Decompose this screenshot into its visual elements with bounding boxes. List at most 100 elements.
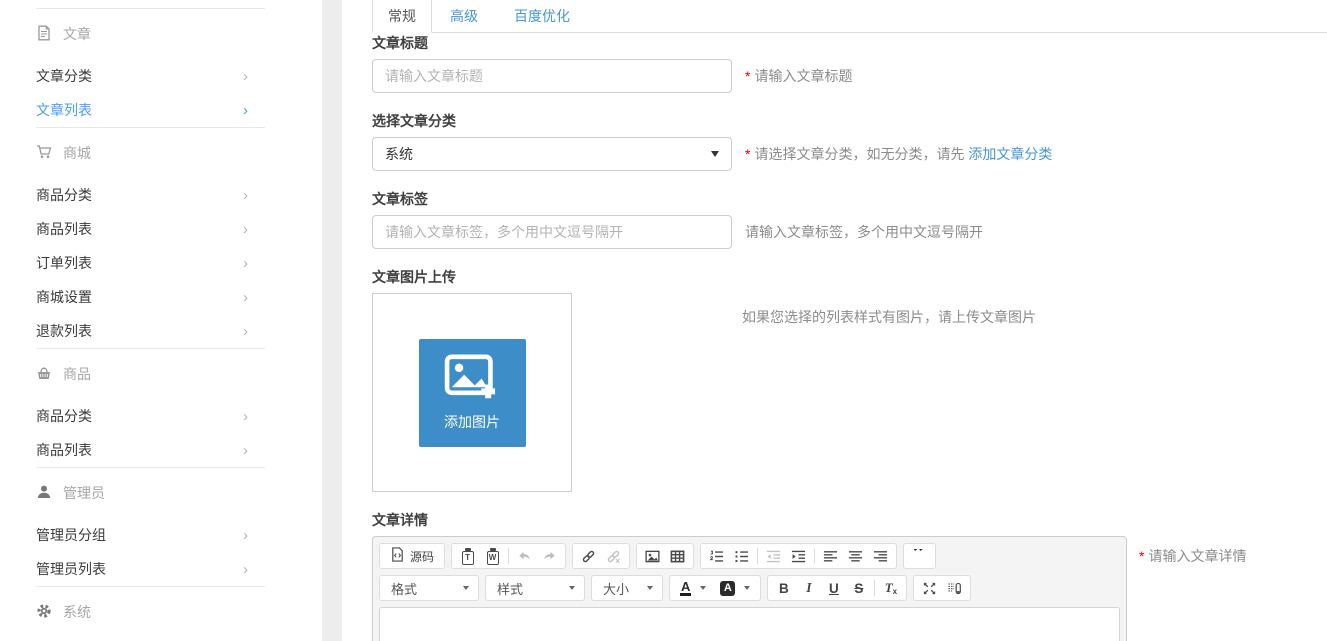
editor-content-area[interactable] (379, 607, 1120, 641)
align-left-icon (823, 549, 838, 564)
category-select[interactable]: 系统 (372, 137, 732, 171)
image-icon (645, 549, 660, 564)
article-title-row: 文章标题 *请输入文章标题 (372, 33, 1327, 93)
outdent-icon (766, 549, 781, 564)
article-detail-row: 文章详情 源码 T W (372, 510, 1327, 641)
chevron-right-icon: › (243, 256, 248, 271)
sidebar-item-label: 商城设置 (36, 287, 92, 307)
image-upload-box[interactable]: 添加图片 (372, 293, 572, 492)
sidebar-section-label: 管理员 (63, 483, 105, 503)
sidebar-item-mall-settings[interactable]: 商城设置 › (36, 280, 265, 314)
sidebar-section-label: 商品 (63, 364, 91, 384)
show-blocks-button[interactable] (942, 577, 967, 599)
article-detail-hint: *请输入文章详情 (1139, 536, 1246, 566)
paste-text-button[interactable]: T (455, 545, 480, 567)
chevron-down-icon (744, 586, 750, 590)
sidebar-item-basic-info[interactable]: 基本信息 › (36, 637, 265, 641)
sidebar-section-article: 文章 (36, 9, 265, 59)
required-asterisk: * (745, 146, 750, 162)
tab-advanced[interactable]: 高级 (432, 0, 496, 33)
undo-button[interactable] (512, 545, 537, 567)
sidebar-section-label: 商城 (63, 143, 91, 163)
editor-toolbar-row-1: 源码 T W (379, 543, 1120, 569)
text-color-button[interactable]: A (673, 577, 713, 599)
sidebar-item-refund-list[interactable]: 退款列表 › (36, 314, 265, 348)
align-left-button[interactable] (818, 545, 843, 567)
article-tags-hint: 请输入文章标签，多个用中文逗号隔开 (745, 222, 983, 242)
remove-format-button[interactable]: Tx (878, 577, 903, 599)
numbered-list-button[interactable] (704, 545, 729, 567)
sidebar-item-order-list[interactable]: 订单列表 › (36, 246, 265, 280)
link-button[interactable] (576, 545, 601, 567)
italic-button[interactable]: I (796, 577, 821, 599)
bg-color-button[interactable]: A (713, 577, 757, 599)
show-blocks-icon (947, 581, 962, 596)
outdent-button[interactable] (761, 545, 786, 567)
insert-table-button[interactable] (665, 545, 690, 567)
sidebar-item-admin-groups[interactable]: 管理员分组 › (36, 518, 265, 552)
indent-button[interactable] (786, 545, 811, 567)
sidebar-section-system: 系统 (36, 587, 265, 637)
article-title-input[interactable] (372, 59, 732, 93)
align-center-button[interactable] (843, 545, 868, 567)
chevron-down-icon (647, 586, 653, 590)
article-detail-label: 文章详情 (372, 510, 1327, 530)
sidebar-item-article-categories[interactable]: 文章分类 › (36, 59, 265, 93)
tabbar: 常规 高级 百度优化 (372, 0, 1327, 33)
sidebar-item-product-list[interactable]: 商品列表 › (36, 212, 265, 246)
sidebar-item-label: 管理员分组 (36, 525, 106, 545)
sidebar-item-label: 商品分类 (36, 185, 92, 205)
styles-dropdown[interactable]: 样式 (485, 575, 585, 601)
paste-word-button[interactable]: W (480, 545, 505, 567)
sidebar-item-label: 商品列表 (36, 440, 92, 460)
sidebar-item-admin-list[interactable]: 管理员列表 › (36, 552, 265, 586)
article-category-label: 选择文章分类 (372, 111, 1327, 131)
chevron-right-icon: › (243, 69, 248, 84)
add-image-button[interactable]: 添加图片 (419, 339, 526, 447)
sidebar-section-goods: 商品 (36, 349, 265, 399)
chevron-right-icon: › (243, 290, 248, 305)
align-right-button[interactable] (868, 545, 893, 567)
size-dropdown[interactable]: 大小 (591, 575, 663, 601)
blockquote-button[interactable]: ” (907, 545, 932, 567)
chevron-right-icon: › (243, 103, 248, 118)
sidebar-item-product-categories[interactable]: 商品分类 › (36, 178, 265, 212)
redo-button[interactable] (537, 545, 562, 567)
sidebar-item-goods-categories[interactable]: 商品分类 › (36, 399, 265, 433)
sidebar-section-admin: 管理员 (36, 468, 265, 518)
tab-baidu-seo[interactable]: 百度优化 (496, 0, 588, 33)
sidebar-item-goods-list[interactable]: 商品列表 › (36, 433, 265, 467)
underline-button[interactable]: U (821, 577, 846, 599)
admin-icon (36, 484, 52, 503)
sidebar-item-article-list[interactable]: 文章列表 › (36, 93, 265, 127)
bg-color-icon: A (720, 581, 735, 596)
chevron-right-icon: › (243, 528, 248, 543)
chevron-down-icon (569, 586, 575, 590)
source-code-icon (390, 547, 405, 565)
rich-text-editor: 源码 T W (372, 536, 1127, 641)
article-title-label: 文章标题 (372, 33, 1327, 53)
insert-image-button[interactable] (640, 545, 665, 567)
sidebar-item-label: 订单列表 (36, 253, 92, 273)
chevron-right-icon: › (243, 562, 248, 577)
sidebar: 文章 文章分类 › 文章列表 › 商城 商品分类 › 商品列表 › 订单列表 ›… (0, 0, 322, 641)
format-dropdown[interactable]: 格式 (379, 575, 479, 601)
article-image-row: 文章图片上传 添加图片 如果您选择的列表样式有图片，请上传文章图片 (372, 267, 1327, 492)
article-tags-row: 文章标签 请输入文章标签，多个用中文逗号隔开 (372, 189, 1327, 249)
maximize-button[interactable] (917, 577, 942, 599)
content-gutter (322, 0, 342, 641)
sidebar-section-label: 系统 (63, 602, 91, 622)
sidebar-item-label: 文章分类 (36, 66, 92, 86)
tab-general[interactable]: 常规 (372, 0, 432, 33)
article-tags-input[interactable] (372, 215, 732, 249)
article-image-hint: 如果您选择的列表样式有图片，请上传文章图片 (742, 293, 1036, 327)
bulleted-list-button[interactable] (729, 545, 754, 567)
add-image-icon (444, 354, 500, 405)
source-button[interactable]: 源码 (383, 545, 441, 567)
unlink-button[interactable] (601, 545, 626, 567)
add-category-link[interactable]: 添加文章分类 (968, 146, 1052, 162)
sidebar-item-label: 商品分类 (36, 406, 92, 426)
system-icon (36, 603, 52, 622)
bold-button[interactable]: B (771, 577, 796, 599)
strike-button[interactable]: S (846, 577, 871, 599)
